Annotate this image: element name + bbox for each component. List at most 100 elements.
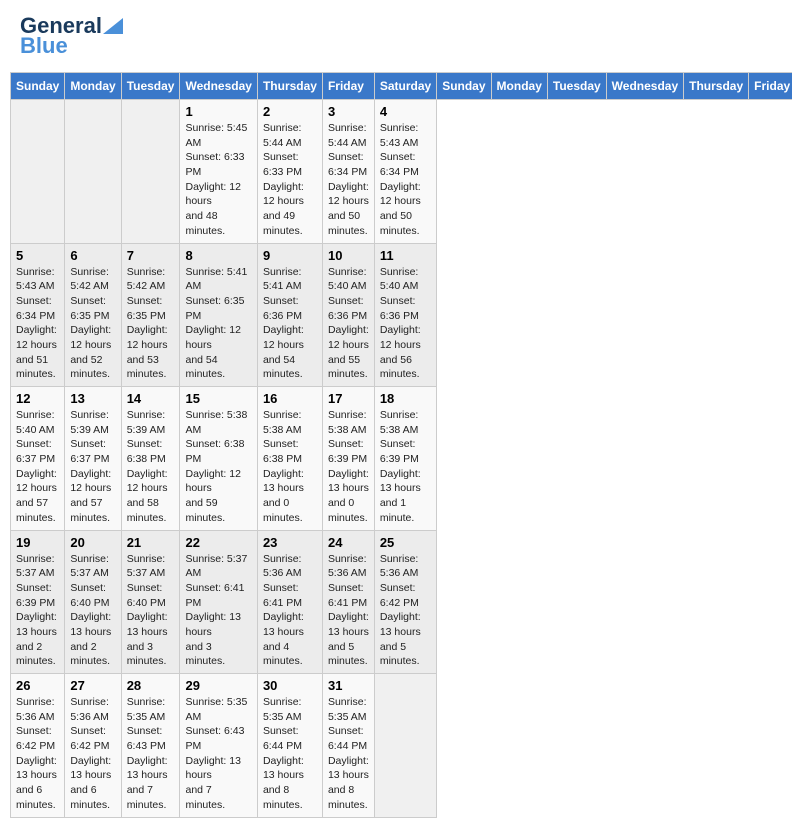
day-info: Sunrise: 5:41 AMSunset: 6:36 PMDaylight:…	[263, 265, 317, 383]
col-header-thursday: Thursday	[684, 73, 749, 100]
header-monday: Monday	[65, 73, 121, 100]
calendar-cell: 23 Sunrise: 5:36 AMSunset: 6:41 PMDayligh…	[257, 530, 322, 674]
day-info: Sunrise: 5:37 AMSunset: 6:40 PMDaylight:…	[70, 552, 115, 670]
day-number: 7	[127, 248, 175, 263]
day-info: Sunrise: 5:36 AMSunset: 6:42 PMDaylight:…	[380, 552, 431, 670]
logo-blue-text: Blue	[20, 35, 68, 57]
day-info: Sunrise: 5:41 AMSunset: 6:35 PMDaylight:…	[185, 265, 251, 383]
logo: General Blue	[20, 15, 123, 57]
day-number: 21	[127, 535, 175, 550]
day-info: Sunrise: 5:43 AMSunset: 6:34 PMDaylight:…	[16, 265, 59, 383]
calendar-cell: 17Sunrise: 5:38 AMSunset: 6:39 PMDayligh…	[322, 387, 374, 531]
calendar-cell: 21Sunrise: 5:37 AMSunset: 6:40 PMDayligh…	[121, 530, 180, 674]
day-number: 28	[127, 678, 175, 693]
day-info: Sunrise: 5:38 AMSunset: 6:38 PMDaylight:…	[185, 408, 251, 526]
day-number: 10	[328, 248, 369, 263]
day-number: 4	[380, 104, 431, 119]
day-info: Sunrise: 5:42 AMSunset: 6:35 PMDaylight:…	[70, 265, 115, 383]
calendar-cell: 11 Sunrise: 5:40 AMSunset: 6:36 PMDayligh…	[374, 243, 436, 387]
day-number: 31	[328, 678, 369, 693]
day-number: 17	[328, 391, 369, 406]
calendar-cell	[11, 100, 65, 244]
day-number: 23	[263, 535, 317, 550]
day-number: 15	[185, 391, 251, 406]
calendar-cell: 13 Sunrise: 5:39 AMSunset: 6:37 PMDayligh…	[65, 387, 121, 531]
day-number: 20	[70, 535, 115, 550]
day-info: Sunrise: 5:40 AMSunset: 6:37 PMDaylight:…	[16, 408, 59, 526]
day-number: 29	[185, 678, 251, 693]
header-friday: Friday	[322, 73, 374, 100]
calendar-cell: 9 Sunrise: 5:41 AMSunset: 6:36 PMDaylight…	[257, 243, 322, 387]
header-wednesday: Wednesday	[180, 73, 257, 100]
day-number: 26	[16, 678, 59, 693]
header-tuesday: Tuesday	[121, 73, 180, 100]
day-info: Sunrise: 5:35 AMSunset: 6:43 PMDaylight:…	[127, 695, 175, 813]
calendar-cell: 5Sunrise: 5:43 AMSunset: 6:34 PMDaylight…	[11, 243, 65, 387]
calendar-cell: 10 Sunrise: 5:40 AMSunset: 6:36 PMDayligh…	[322, 243, 374, 387]
calendar-cell: 19Sunrise: 5:37 AMSunset: 6:39 PMDayligh…	[11, 530, 65, 674]
calendar-cell: 7 Sunrise: 5:42 AMSunset: 6:35 PMDaylight…	[121, 243, 180, 387]
day-number: 8	[185, 248, 251, 263]
day-number: 24	[328, 535, 369, 550]
header-sunday: Sunday	[11, 73, 65, 100]
calendar-table: SundayMondayTuesdayWednesdayThursdayFrid…	[10, 72, 792, 818]
day-info: Sunrise: 5:42 AMSunset: 6:35 PMDaylight:…	[127, 265, 175, 383]
day-info: Sunrise: 5:37 AMSunset: 6:39 PMDaylight:…	[16, 552, 59, 670]
day-number: 16	[263, 391, 317, 406]
col-header-wednesday: Wednesday	[606, 73, 683, 100]
calendar-week-row: 26 Sunrise: 5:36 AMSunset: 6:42 PMDayligh…	[11, 674, 792, 818]
day-number: 2	[263, 104, 317, 119]
calendar-cell	[121, 100, 180, 244]
calendar-week-row: 19Sunrise: 5:37 AMSunset: 6:39 PMDayligh…	[11, 530, 792, 674]
header-thursday: Thursday	[257, 73, 322, 100]
calendar-cell: 6 Sunrise: 5:42 AMSunset: 6:35 PMDaylight…	[65, 243, 121, 387]
day-info: Sunrise: 5:44 AMSunset: 6:34 PMDaylight:…	[328, 121, 369, 239]
col-header-sunday: Sunday	[437, 73, 491, 100]
day-info: Sunrise: 5:38 AMSunset: 6:38 PMDaylight:…	[263, 408, 317, 526]
calendar-cell: 1Sunrise: 5:45 AMSunset: 6:33 PMDaylight…	[180, 100, 257, 244]
calendar-cell	[65, 100, 121, 244]
day-info: Sunrise: 5:44 AMSunset: 6:33 PMDaylight:…	[263, 121, 317, 239]
day-info: Sunrise: 5:37 AMSunset: 6:41 PMDaylight:…	[185, 552, 251, 670]
day-info: Sunrise: 5:39 AMSunset: 6:38 PMDaylight:…	[127, 408, 175, 526]
day-number: 30	[263, 678, 317, 693]
day-info: Sunrise: 5:39 AMSunset: 6:37 PMDaylight:…	[70, 408, 115, 526]
col-header-friday: Friday	[749, 73, 792, 100]
day-info: Sunrise: 5:40 AMSunset: 6:36 PMDaylight:…	[380, 265, 431, 383]
day-number: 11	[380, 248, 431, 263]
day-number: 25	[380, 535, 431, 550]
day-number: 18	[380, 391, 431, 406]
day-info: Sunrise: 5:35 AMSunset: 6:44 PMDaylight:…	[328, 695, 369, 813]
calendar-cell: 28 Sunrise: 5:35 AMSunset: 6:43 PMDayligh…	[121, 674, 180, 818]
calendar-cell: 4 Sunrise: 5:43 AMSunset: 6:34 PMDaylight…	[374, 100, 436, 244]
day-number: 1	[185, 104, 251, 119]
day-info: Sunrise: 5:35 AMSunset: 6:43 PMDaylight:…	[185, 695, 251, 813]
calendar-week-row: 12 Sunrise: 5:40 AMSunset: 6:37 PMDayligh…	[11, 387, 792, 531]
col-header-monday: Monday	[491, 73, 547, 100]
calendar-week-row: 1Sunrise: 5:45 AMSunset: 6:33 PMDaylight…	[11, 100, 792, 244]
day-number: 12	[16, 391, 59, 406]
day-info: Sunrise: 5:38 AMSunset: 6:39 PMDaylight:…	[380, 408, 431, 526]
header-saturday: Saturday	[374, 73, 436, 100]
day-info: Sunrise: 5:43 AMSunset: 6:34 PMDaylight:…	[380, 121, 431, 239]
calendar-cell: 8 Sunrise: 5:41 AMSunset: 6:35 PMDaylight…	[180, 243, 257, 387]
day-info: Sunrise: 5:36 AMSunset: 6:41 PMDaylight:…	[328, 552, 369, 670]
calendar-cell: 2 Sunrise: 5:44 AMSunset: 6:33 PMDaylight…	[257, 100, 322, 244]
calendar-cell: 31 Sunrise: 5:35 AMSunset: 6:44 PMDayligh…	[322, 674, 374, 818]
day-info: Sunrise: 5:36 AMSunset: 6:42 PMDaylight:…	[16, 695, 59, 813]
day-info: Sunrise: 5:35 AMSunset: 6:44 PMDaylight:…	[263, 695, 317, 813]
day-number: 9	[263, 248, 317, 263]
day-info: Sunrise: 5:40 AMSunset: 6:36 PMDaylight:…	[328, 265, 369, 383]
day-number: 6	[70, 248, 115, 263]
calendar-cell: 16 Sunrise: 5:38 AMSunset: 6:38 PMDayligh…	[257, 387, 322, 531]
page-header: General Blue	[10, 10, 782, 62]
calendar-cell: 12 Sunrise: 5:40 AMSunset: 6:37 PMDayligh…	[11, 387, 65, 531]
logo-icon	[103, 14, 123, 34]
calendar-cell: 18 Sunrise: 5:38 AMSunset: 6:39 PMDayligh…	[374, 387, 436, 531]
calendar-cell: 15 Sunrise: 5:38 AMSunset: 6:38 PMDayligh…	[180, 387, 257, 531]
calendar-cell: 26 Sunrise: 5:36 AMSunset: 6:42 PMDayligh…	[11, 674, 65, 818]
calendar-cell: 14Sunrise: 5:39 AMSunset: 6:38 PMDayligh…	[121, 387, 180, 531]
calendar-cell: 3Sunrise: 5:44 AMSunset: 6:34 PMDaylight…	[322, 100, 374, 244]
day-number: 13	[70, 391, 115, 406]
day-info: Sunrise: 5:36 AMSunset: 6:41 PMDaylight:…	[263, 552, 317, 670]
